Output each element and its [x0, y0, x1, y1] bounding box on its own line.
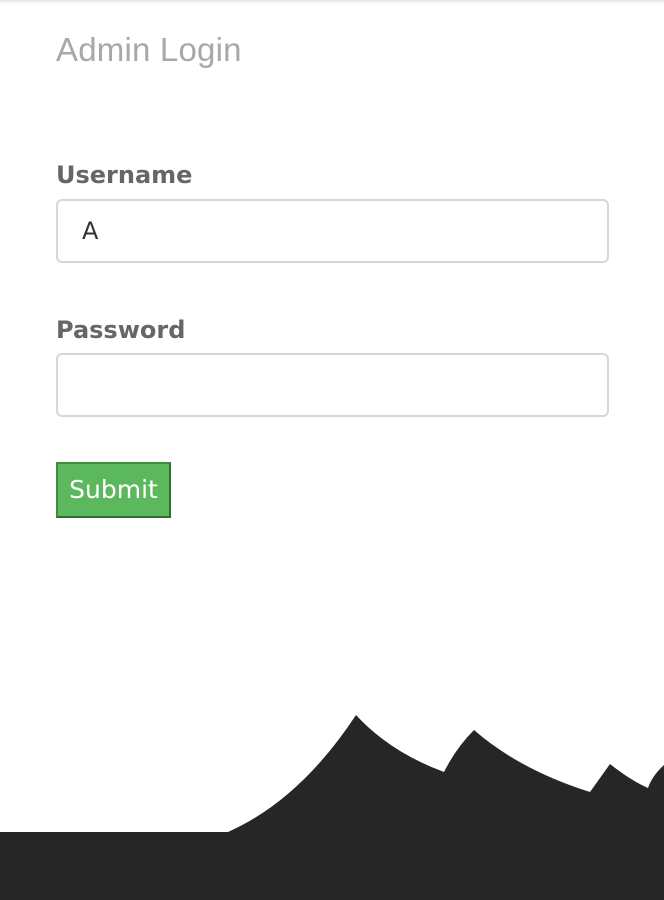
username-label: Username: [56, 161, 193, 189]
submit-button[interactable]: Submit: [56, 462, 171, 518]
password-label: Password: [56, 316, 186, 344]
password-input[interactable]: [56, 353, 609, 417]
top-edge-shadow: [0, 0, 664, 4]
page-title: Admin Login: [56, 31, 242, 68]
login-page: Admin Login Username Password Submit: [0, 0, 664, 900]
mountains-shape: [0, 715, 664, 900]
mountains-silhouette: [0, 715, 664, 900]
username-input[interactable]: [56, 199, 609, 263]
